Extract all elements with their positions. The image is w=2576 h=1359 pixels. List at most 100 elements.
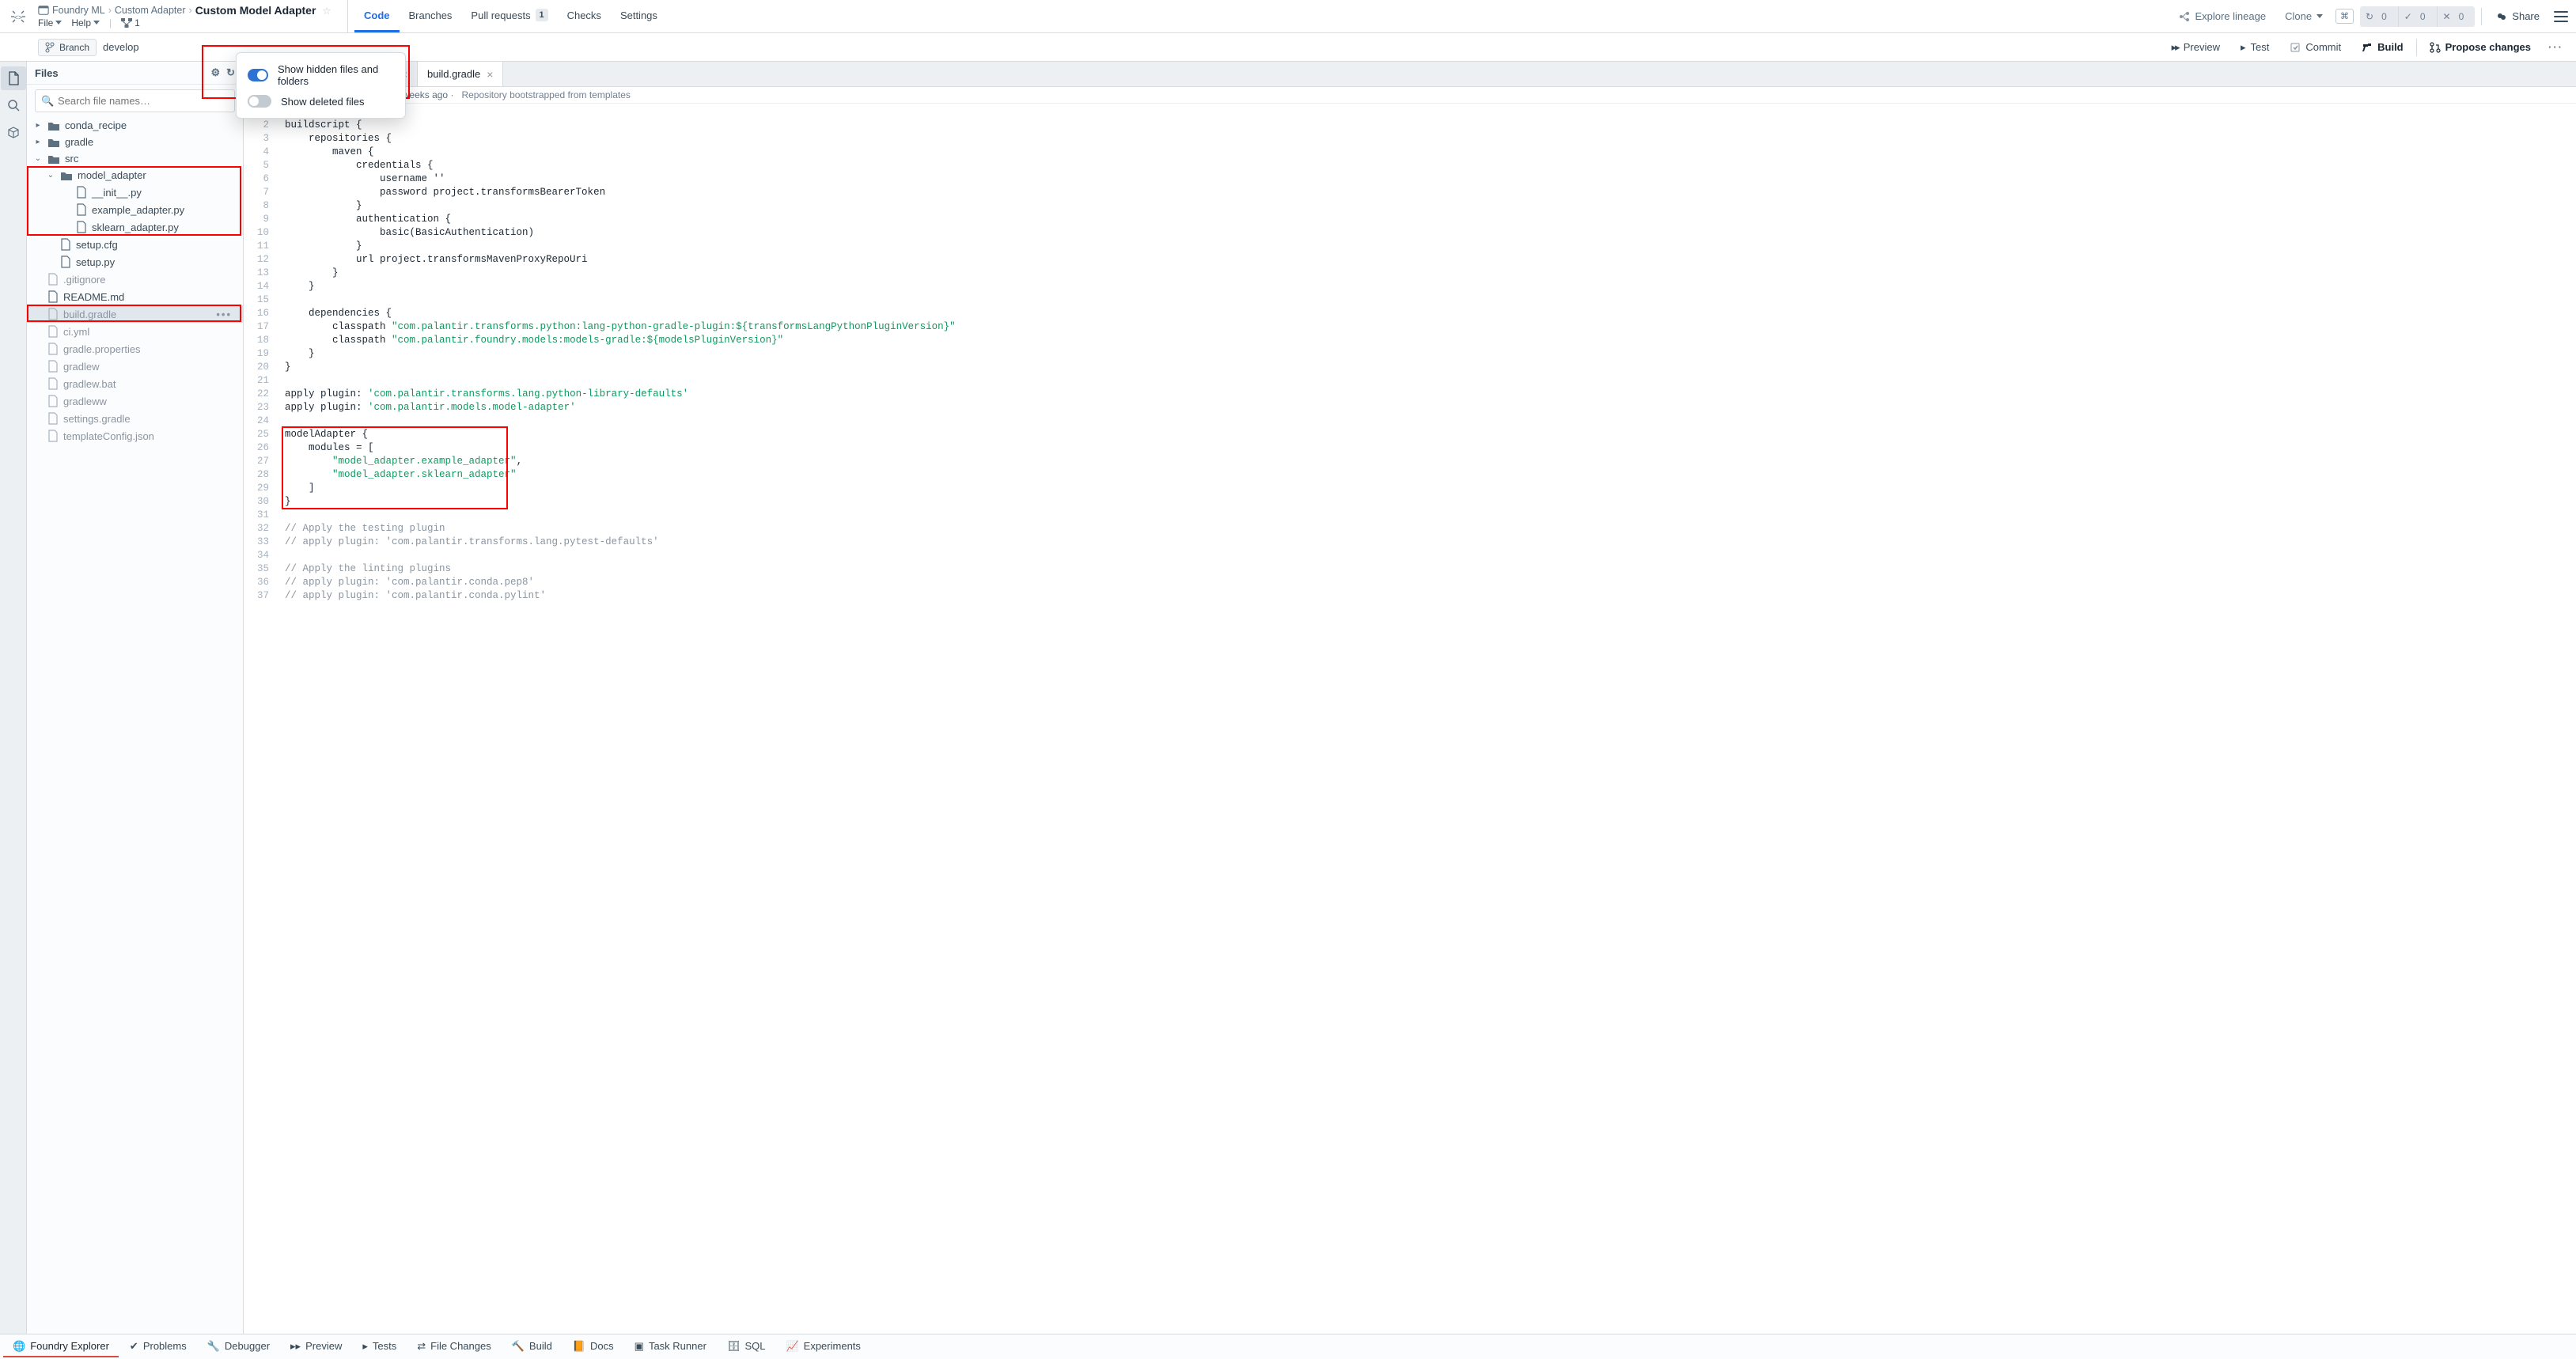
files-settings-popover: Show hidden files and folders Show delet…	[236, 52, 406, 119]
file-gradle-properties[interactable]: ·gradle.properties	[27, 340, 243, 358]
panel-task-runner[interactable]: ▣Task Runner	[625, 1337, 716, 1357]
file-settings-gradle[interactable]: ·settings.gradle	[27, 410, 243, 427]
help-menu[interactable]: Help	[71, 17, 100, 28]
divider	[2416, 39, 2417, 56]
folder-conda-recipe[interactable]: ▸conda_recipe	[27, 117, 243, 134]
panel-build[interactable]: 🔨Build	[502, 1337, 562, 1357]
code-editor[interactable]: 1234567891011121314151617181920212223242…	[244, 104, 2576, 1334]
sidebar-refresh-icon[interactable]: ↻	[226, 66, 235, 79]
file-template-config[interactable]: ·templateConfig.json	[27, 427, 243, 445]
globe-icon: 🌐	[13, 1340, 25, 1353]
repo-icon	[38, 5, 49, 16]
top-bar-left: Foundry ML › Custom Adapter › Custom Mod…	[0, 0, 348, 32]
flow-icon	[121, 18, 132, 28]
branch-selector[interactable]: Branch	[38, 39, 97, 56]
sidebar: Files ⚙ ↻ 🔍 ▸conda_recipe ▸gradle ⌄src ⌄…	[27, 62, 244, 1334]
toggle-show-hidden[interactable]: Show hidden files and folders	[248, 59, 394, 91]
branch-name: develop	[103, 41, 139, 53]
top-bar-right: Explore lineage Clone ⌘ ↻0 ✓0 ✕0 Share	[2165, 0, 2576, 32]
file-gradlew-bat[interactable]: ·gradlew.bat	[27, 375, 243, 392]
file-init[interactable]: ·__init__.py	[27, 184, 243, 201]
file-setup-cfg[interactable]: ·setup.cfg	[27, 236, 243, 253]
commit-icon	[2290, 42, 2301, 53]
panel-foundry-explorer[interactable]: 🌐Foundry Explorer	[3, 1337, 119, 1357]
chevron-down-icon	[93, 21, 100, 25]
panel-debugger[interactable]: 🔧Debugger	[198, 1337, 279, 1357]
panel-experiments[interactable]: 📈Experiments	[776, 1337, 869, 1357]
svg-text:<>: <>	[14, 13, 23, 21]
tab-pull-requests[interactable]: Pull requests1	[461, 0, 557, 32]
panel-sql[interactable]: 🗄SQL	[718, 1337, 775, 1357]
chevron-down-icon	[55, 21, 62, 25]
clone-button[interactable]: Clone	[2279, 7, 2329, 25]
play-icon: ▸	[362, 1340, 368, 1353]
app-switcher-icon[interactable]: <>	[5, 8, 32, 55]
tab-branches[interactable]: Branches	[400, 0, 462, 32]
divider	[2481, 8, 2482, 25]
preview-button[interactable]: ▸▸Preview	[2164, 38, 2228, 57]
hammer-icon	[2362, 42, 2373, 53]
file-row-more-icon[interactable]: •••	[216, 309, 232, 320]
sidebar-search: 🔍	[27, 85, 243, 117]
share-button[interactable]: Share	[2488, 7, 2548, 25]
file-build-gradle[interactable]: ·build.gradle•••	[27, 305, 243, 323]
file-ci-yml[interactable]: ·ci.yml	[27, 323, 243, 340]
switch-off-icon[interactable]	[248, 95, 271, 108]
explore-lineage-button[interactable]: Explore lineage	[2173, 7, 2272, 25]
rail-search-icon[interactable]	[1, 93, 26, 117]
toggle-show-deleted[interactable]: Show deleted files	[248, 91, 394, 112]
runs-indicator[interactable]: 1	[121, 17, 140, 28]
commit-button[interactable]: Commit	[2282, 38, 2349, 56]
test-button[interactable]: ▸Test	[2233, 38, 2277, 57]
bottom-bar: 🌐Foundry Explorer ✔Problems 🔧Debugger ▸▸…	[0, 1334, 2576, 1359]
code-meta-bar: dencies Andrew , 6 weeks ago · Repositor…	[244, 87, 2576, 104]
panel-tests[interactable]: ▸Tests	[353, 1337, 406, 1357]
folder-model-adapter[interactable]: ⌄model_adapter	[27, 167, 243, 184]
rail-files-icon[interactable]	[1, 66, 26, 90]
file-gradleww[interactable]: ·gradleww	[27, 392, 243, 410]
file-readme[interactable]: ·README.md	[27, 288, 243, 305]
hammer-icon: 🔨	[512, 1340, 525, 1353]
sidebar-settings-icon[interactable]: ⚙	[210, 66, 220, 79]
keyboard-shortcut-button[interactable]: ⌘	[2335, 9, 2354, 24]
close-tab-icon[interactable]: ×	[487, 68, 493, 81]
top-tabs: Code Branches Pull requests1 Checks Sett…	[348, 0, 2165, 32]
file-gradlew[interactable]: ·gradlew	[27, 358, 243, 375]
line-gutter: 1234567891011121314151617181920212223242…	[244, 104, 280, 1334]
sidebar-title: Files	[35, 67, 59, 79]
breadcrumb-mid[interactable]: Custom Adapter	[115, 5, 186, 16]
database-icon: 🗄	[727, 1340, 741, 1353]
switch-on-icon[interactable]	[248, 69, 268, 81]
folder-gradle[interactable]: ▸gradle	[27, 134, 243, 150]
editor-tabs-bar: ⤢ × build.gradle×	[244, 62, 2576, 87]
panel-problems[interactable]: ✔Problems	[120, 1337, 196, 1357]
file-example-adapter[interactable]: ·example_adapter.py	[27, 201, 243, 218]
editor-area: ⤢ × build.gradle× dencies Andrew , 6 wee…	[244, 62, 2576, 1334]
tab-code[interactable]: Code	[354, 0, 400, 32]
file-tab-build-gradle[interactable]: build.gradle×	[418, 62, 503, 86]
propose-changes-button[interactable]: Propose changes	[2422, 38, 2539, 56]
code-content[interactable]: buildscript { repositories { maven { cre…	[280, 104, 956, 1334]
rail-package-icon[interactable]	[1, 120, 26, 144]
file-search-input[interactable]	[35, 89, 235, 112]
app-menu-icon[interactable]	[2554, 11, 2568, 22]
ci-status-group[interactable]: ↻0 ✓0 ✕0	[2360, 6, 2475, 27]
breadcrumb-root[interactable]: Foundry ML	[52, 5, 105, 16]
panel-file-changes[interactable]: ⇄File Changes	[407, 1337, 501, 1357]
more-actions-button[interactable]: ···	[2544, 41, 2568, 53]
file-menu[interactable]: File	[38, 17, 62, 28]
file-tree: ▸conda_recipe ▸gradle ⌄src ⌄model_adapte…	[27, 117, 243, 1334]
star-icon[interactable]: ☆	[322, 5, 331, 17]
tab-checks[interactable]: Checks	[558, 0, 611, 32]
file-gitignore[interactable]: ·.gitignore	[27, 271, 243, 288]
build-button[interactable]: Build	[2354, 38, 2411, 56]
panel-docs[interactable]: 📙Docs	[563, 1337, 623, 1357]
panel-preview[interactable]: ▸▸Preview	[281, 1337, 351, 1357]
status-passed: ✓0	[2398, 6, 2437, 27]
file-sklearn-adapter[interactable]: ·sklearn_adapter.py	[27, 218, 243, 236]
breadcrumb-current: Custom Model Adapter	[195, 4, 316, 17]
tab-settings[interactable]: Settings	[611, 0, 667, 32]
folder-src[interactable]: ⌄src	[27, 150, 243, 167]
file-setup-py[interactable]: ·setup.py	[27, 253, 243, 271]
main: Files ⚙ ↻ 🔍 ▸conda_recipe ▸gradle ⌄src ⌄…	[0, 62, 2576, 1334]
